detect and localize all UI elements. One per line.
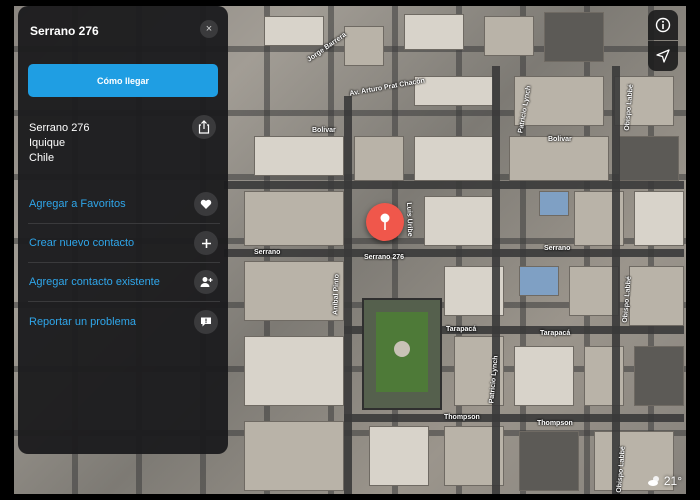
address-line: Iquique (29, 137, 66, 149)
location-pin[interactable] (366, 203, 404, 241)
building (484, 16, 534, 56)
building (634, 191, 684, 246)
building (254, 136, 344, 176)
building (344, 26, 384, 66)
street-label: Serrano 276 (364, 254, 405, 261)
current-location-button[interactable] (648, 41, 678, 71)
weather-indicator: 21° (647, 474, 682, 488)
building (544, 12, 604, 62)
building (244, 191, 344, 246)
building (514, 346, 574, 406)
close-icon: × (205, 22, 213, 35)
building (414, 136, 494, 181)
directions-button[interactable]: Cómo llegar (28, 64, 218, 97)
street-label: Bolivar (312, 127, 336, 134)
add-person-icon (194, 270, 218, 294)
building (244, 421, 344, 491)
building (244, 336, 344, 406)
building (619, 136, 679, 181)
street-label: Serrano (254, 249, 281, 256)
location-arrow-icon (656, 49, 670, 63)
address-block: Serrano 276 Iquique Chile (29, 121, 90, 166)
plaza-fountain (394, 341, 410, 357)
action-list: Agregar a Favoritos Crear nuevo contacto… (28, 185, 220, 341)
heart-icon (194, 192, 218, 216)
address-line: Chile (29, 152, 55, 164)
place-card: Serrano 276 × Cómo llegar Serrano 276 Iq… (18, 6, 228, 454)
road (344, 414, 684, 422)
building (629, 266, 684, 326)
place-title: Serrano 276 (30, 24, 99, 38)
building (614, 76, 674, 126)
cloud-sun-icon (647, 476, 659, 486)
share-button[interactable] (192, 115, 216, 139)
street-label: Luis Uribe (405, 202, 414, 237)
speech-bubble-icon (194, 309, 218, 334)
building (539, 191, 569, 216)
building (244, 261, 344, 321)
building (519, 266, 559, 296)
action-label: Agregar a Favoritos (29, 198, 126, 210)
building (424, 196, 494, 246)
street-label: Thompson (537, 420, 573, 427)
building (369, 426, 429, 486)
building (519, 431, 579, 491)
building (264, 16, 324, 46)
close-button[interactable]: × (200, 20, 218, 38)
street-label: Thompson (444, 414, 480, 421)
temperature: 21° (663, 474, 682, 488)
info-button[interactable] (648, 10, 678, 40)
street-label: Bolivar (548, 136, 572, 143)
action-label: Reportar un problema (29, 315, 137, 328)
building (404, 14, 464, 50)
building (634, 346, 684, 406)
street-label: Aníbal Pinto (332, 273, 341, 316)
action-label: Agregar contacto existente (29, 276, 160, 288)
building (354, 136, 404, 181)
share-icon (198, 120, 210, 134)
street-label: Tarapacá (446, 326, 477, 333)
road (492, 66, 500, 494)
report-problem-button[interactable]: Reportar un problema (28, 302, 220, 341)
street-label: Tarapacá (540, 330, 571, 337)
road (612, 66, 620, 494)
add-to-favorites-button[interactable]: Agregar a Favoritos (28, 185, 220, 224)
road (344, 96, 352, 494)
street-label: Serrano (544, 245, 571, 252)
info-icon (655, 17, 671, 33)
plus-icon (194, 231, 218, 255)
add-existing-contact-button[interactable]: Agregar contacto existente (28, 263, 220, 302)
address-line: Serrano 276 (29, 122, 90, 134)
create-contact-button[interactable]: Crear nuevo contacto (28, 224, 220, 263)
action-label: Crear nuevo contacto (29, 237, 135, 249)
pin-icon (380, 213, 390, 230)
building (414, 76, 494, 106)
